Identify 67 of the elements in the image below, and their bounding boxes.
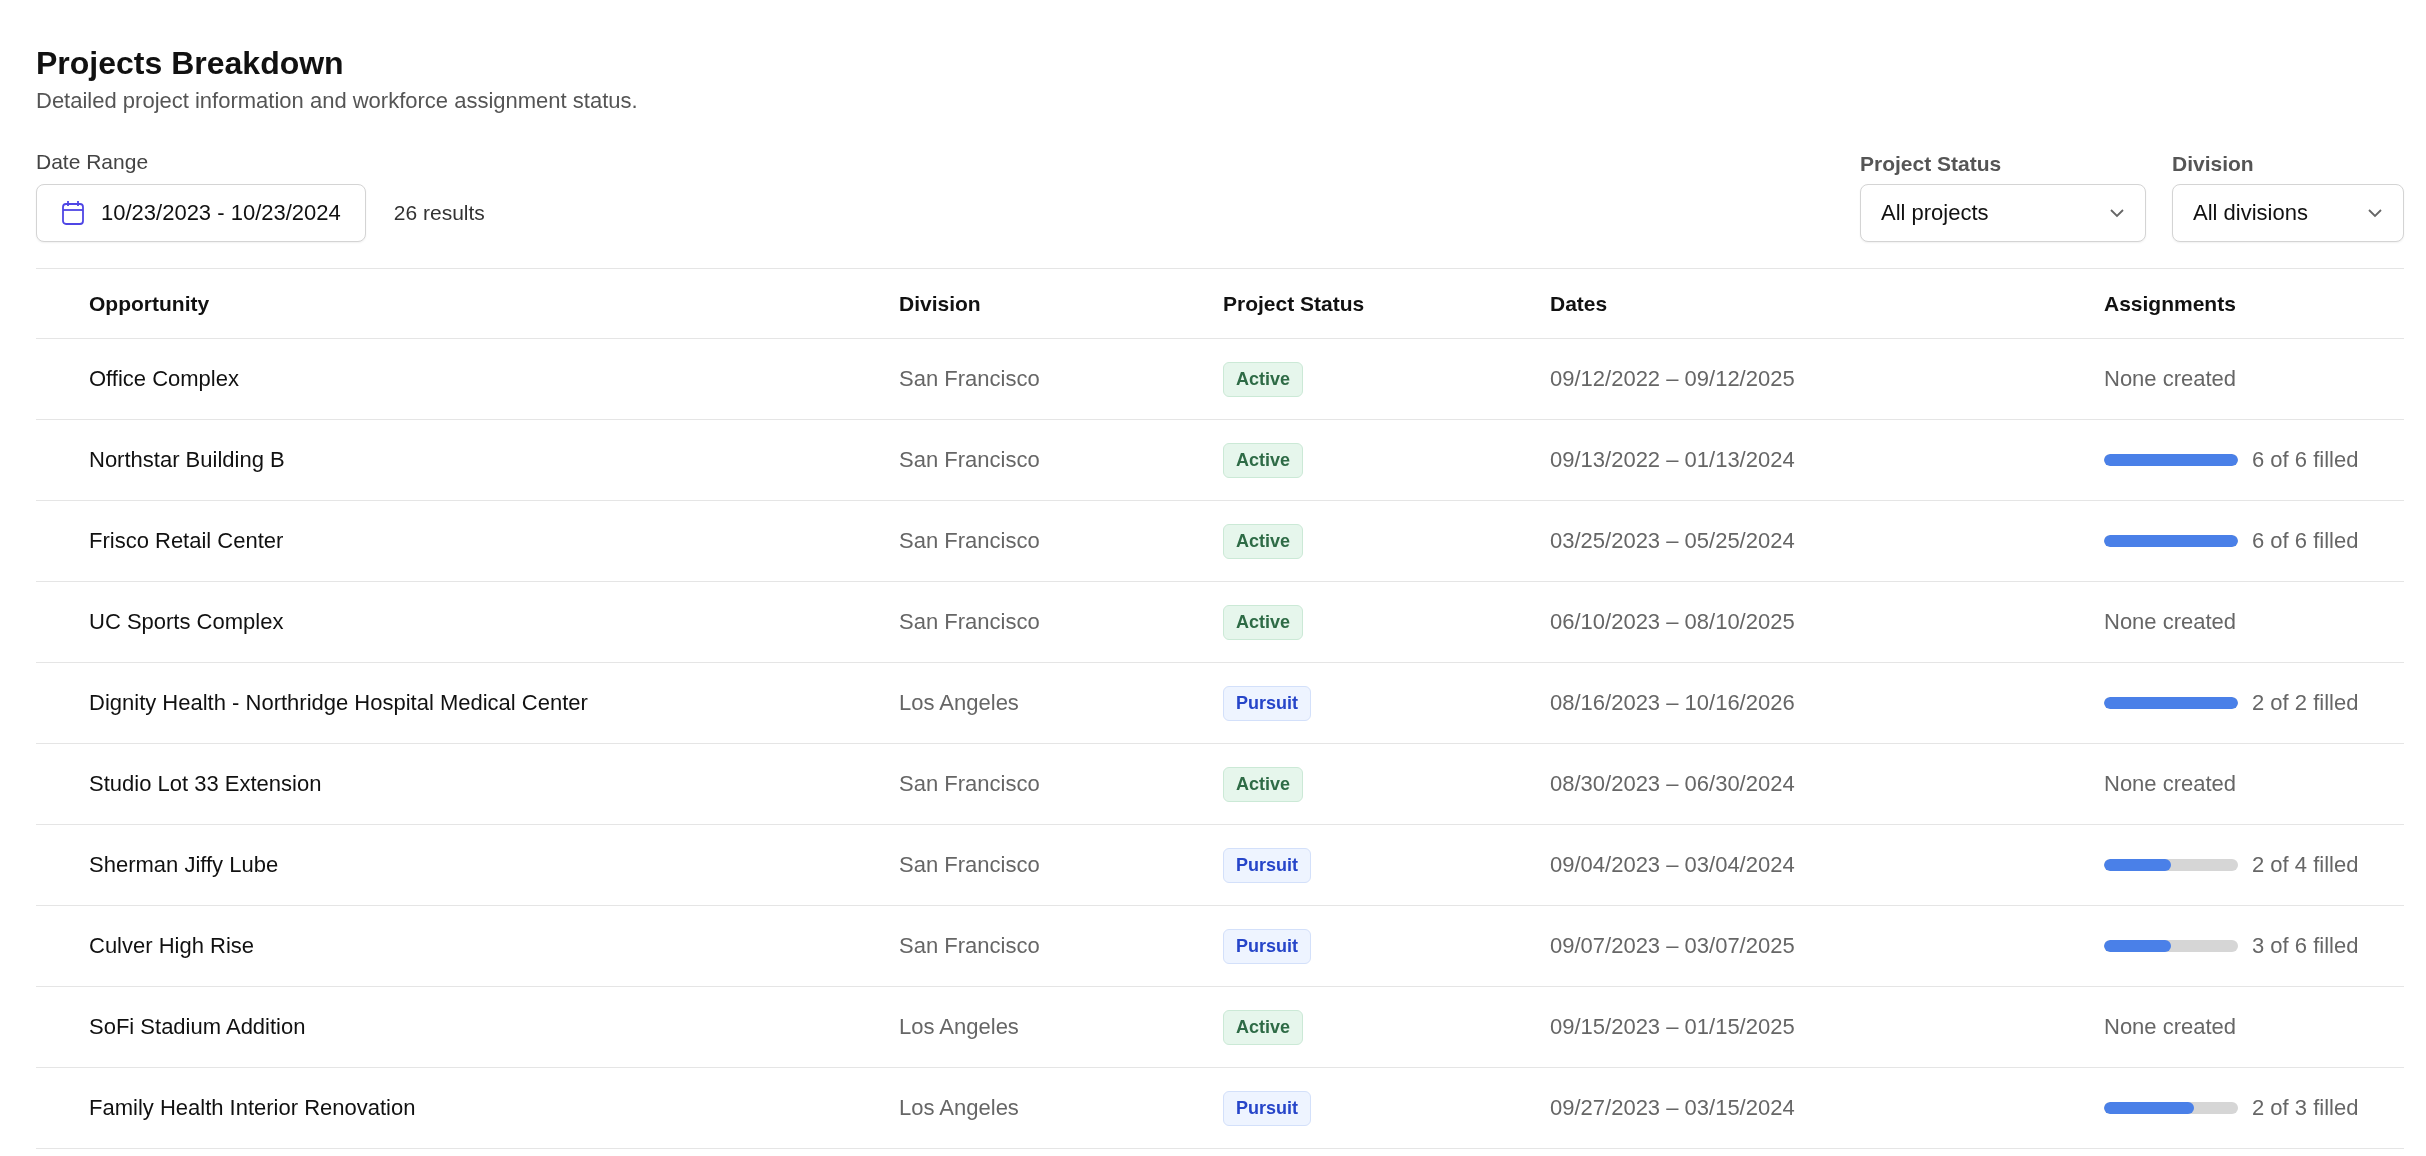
assignments-text: 2 of 3 filled bbox=[2252, 1095, 2359, 1121]
status-badge: Pursuit bbox=[1223, 847, 1311, 883]
assignments-text: 6 of 6 filled bbox=[2252, 528, 2359, 554]
dates-cell-text: 09/04/2023 – 03/04/2024 bbox=[1550, 852, 1796, 878]
opportunity-cell-text: UC Sports Complex bbox=[89, 609, 285, 635]
opportunity-cell-text: SoFi Stadium Addition bbox=[89, 1014, 307, 1040]
column-header: Division bbox=[899, 291, 982, 316]
division-cell-text: San Francisco bbox=[899, 852, 1041, 878]
assignments-cell: None created bbox=[2104, 609, 2237, 634]
opportunity-cell-text: Northstar Building B bbox=[89, 447, 286, 473]
filter-label: Division bbox=[2172, 152, 2255, 176]
page-subtitle: Detailed project information and workforce assignment status. bbox=[36, 87, 639, 115]
calendar-icon bbox=[61, 200, 85, 226]
division-cell-text: San Francisco bbox=[899, 366, 1041, 392]
dates-cell-text: 09/07/2023 – 03/07/2025 bbox=[1550, 933, 1796, 959]
assignments-text: 6 of 6 filled bbox=[2252, 447, 2359, 473]
opportunity-cell-text: Studio Lot 33 Extension bbox=[89, 771, 323, 797]
division-cell-text: Los Angeles bbox=[899, 1014, 1020, 1040]
chevron-down-icon bbox=[2367, 208, 2383, 218]
filter-dropdown[interactable]: All projects bbox=[1860, 184, 2146, 242]
division-cell-text: San Francisco bbox=[899, 933, 1041, 959]
dates-cell-text: 09/12/2022 – 09/12/2025 bbox=[1550, 366, 1796, 392]
dates-cell-text: 09/27/2023 – 03/15/2024 bbox=[1550, 1095, 1796, 1121]
division-cell-text: San Francisco bbox=[899, 447, 1041, 473]
date-range-picker[interactable]: 10/23/2023 - 10/23/2024 bbox=[36, 184, 366, 242]
status-badge: Active bbox=[1223, 604, 1304, 640]
dates-cell-text: 09/15/2023 – 01/15/2025 bbox=[1550, 1014, 1796, 1040]
results-count: 26 results bbox=[393, 201, 485, 225]
opportunity-cell-text: Frisco Retail Center bbox=[89, 528, 285, 554]
date-range-label: Date Range bbox=[36, 150, 150, 174]
division-cell-text: San Francisco bbox=[899, 528, 1041, 554]
page-title: Projects Breakdown bbox=[36, 44, 345, 83]
assignments-cell: None created bbox=[2104, 1014, 2237, 1039]
opportunity-cell-text: Dignity Health - Northridge Hospital Medical Center bbox=[89, 690, 589, 716]
opportunity-cell-text: Culver High Rise bbox=[89, 933, 256, 959]
filter-dropdown[interactable]: All divisions bbox=[2172, 184, 2404, 242]
dates-cell-text: 08/16/2023 – 10/16/2026 bbox=[1550, 690, 1796, 716]
status-badge: Active bbox=[1223, 361, 1304, 397]
assignments-text: 2 of 2 filled bbox=[2252, 690, 2359, 716]
division-cell-text: San Francisco bbox=[899, 771, 1041, 797]
dates-cell-text: 06/10/2023 – 08/10/2025 bbox=[1550, 609, 1796, 635]
opportunity-cell-text: Office Complex bbox=[89, 366, 240, 392]
status-badge: Active bbox=[1223, 766, 1304, 802]
status-badge: Active bbox=[1223, 523, 1304, 559]
chevron-down-icon bbox=[2109, 208, 2125, 218]
status-badge: Pursuit bbox=[1223, 928, 1311, 964]
assignments-text: 3 of 6 filled bbox=[2252, 933, 2359, 959]
division-cell-text: Los Angeles bbox=[899, 690, 1020, 716]
assignments-cell: None created bbox=[2104, 366, 2237, 391]
dates-cell-text: 08/30/2023 – 06/30/2024 bbox=[1550, 771, 1796, 797]
status-badge: Active bbox=[1223, 1009, 1304, 1045]
opportunity-cell-text: Sherman Jiffy Lube bbox=[89, 852, 280, 878]
column-header: Assignments bbox=[2104, 291, 2237, 316]
column-header: Project Status bbox=[1223, 291, 1366, 316]
dates-cell-text: 09/13/2022 – 01/13/2024 bbox=[1550, 447, 1796, 473]
dates-cell-text: 03/25/2023 – 05/25/2024 bbox=[1550, 528, 1796, 554]
status-badge: Active bbox=[1223, 442, 1304, 478]
filter-label: Project Status bbox=[1860, 152, 2003, 176]
column-header: Dates bbox=[1550, 291, 1609, 316]
assignments-text: 2 of 4 filled bbox=[2252, 852, 2359, 878]
division-cell-text: San Francisco bbox=[899, 609, 1041, 635]
status-badge: Pursuit bbox=[1223, 685, 1311, 721]
assignments-cell: None created bbox=[2104, 771, 2237, 796]
division-cell-text: Los Angeles bbox=[899, 1095, 1020, 1121]
column-header: Opportunity bbox=[89, 291, 211, 316]
status-badge: Pursuit bbox=[1223, 1090, 1311, 1126]
opportunity-cell-text: Family Health Interior Renovation bbox=[89, 1095, 417, 1121]
